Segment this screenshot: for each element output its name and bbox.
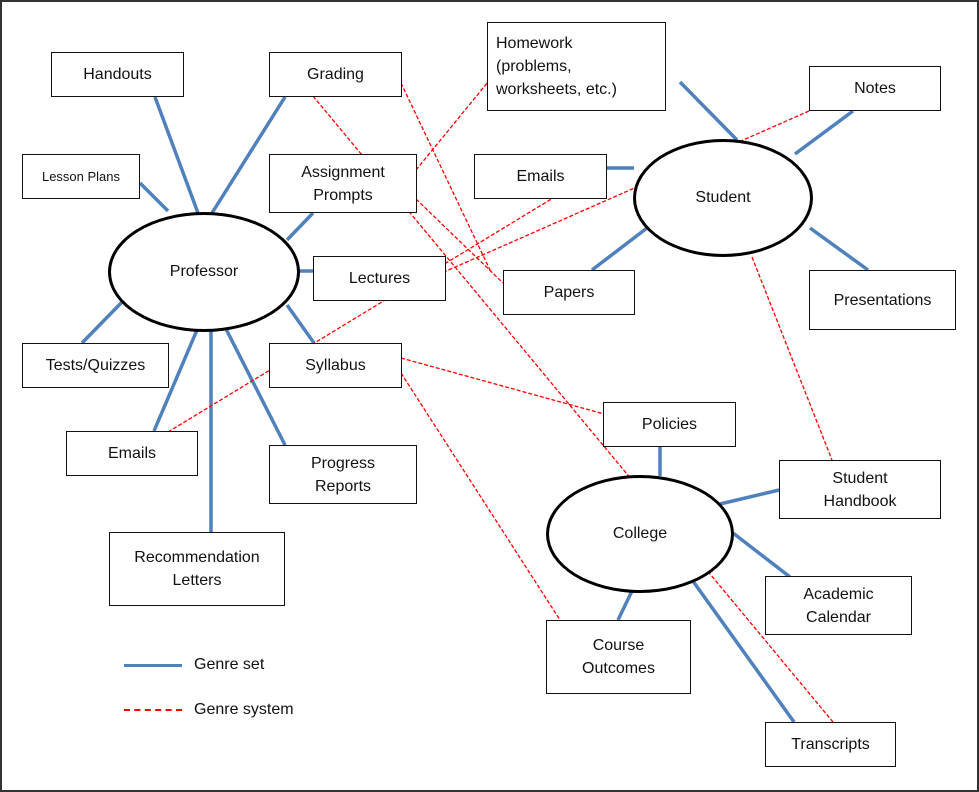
genre-progress-reports: Progress Reports xyxy=(269,445,417,504)
genre-assignment-prompts: Assignment Prompts xyxy=(269,154,417,213)
genre-recommendation-letters: Recommendation Letters xyxy=(109,532,285,606)
genre-course-outcomes: Course Outcomes xyxy=(546,620,691,694)
genre-tests-quizzes: Tests/Quizzes xyxy=(22,343,169,388)
genre-professor-emails: Emails xyxy=(66,431,198,476)
legend-genre-set-label: Genre set xyxy=(194,656,265,673)
genre-set-link-professor-assignment-prompts xyxy=(285,211,315,242)
genre-academic-calendar: Academic Calendar xyxy=(765,576,912,635)
legend-genre-system-label: Genre system xyxy=(194,701,294,718)
genre-set-link-college-student-handbook xyxy=(719,488,780,506)
legend-genre-set: Genre set xyxy=(124,656,264,674)
genre-set-swatch xyxy=(124,663,182,667)
genre-system-link-syllabus-course-outcomes xyxy=(400,372,561,621)
hub-student: Student xyxy=(633,139,813,257)
genre-set-link-professor-lesson-plans xyxy=(138,181,170,213)
hub-college: College xyxy=(546,475,734,593)
genre-papers: Papers xyxy=(503,270,635,315)
genre-policies: Policies xyxy=(603,402,736,447)
genre-homework: Homework (problems, worksheets, etc.) xyxy=(487,22,666,111)
genre-system-link-syllabus-policies xyxy=(400,357,605,415)
genre-set-link-student-notes xyxy=(793,109,855,156)
genre-set-link-student-presentations xyxy=(808,226,870,272)
genre-transcripts: Transcripts xyxy=(765,722,896,767)
genre-syllabus: Syllabus xyxy=(269,343,402,388)
genre-set-link-student-papers xyxy=(590,226,649,272)
genre-notes: Notes xyxy=(809,66,941,111)
genre-grading: Grading xyxy=(269,52,402,97)
genre-presentations: Presentations xyxy=(809,270,956,330)
genre-set-link-student-homework xyxy=(678,80,739,142)
genre-set-link-professor-tests-quizzes xyxy=(80,298,126,345)
genre-student-handbook: Student Handbook xyxy=(779,460,941,519)
legend-genre-system: Genre system xyxy=(124,701,294,719)
genre-handouts: Handouts xyxy=(51,52,184,97)
hub-professor: Professor xyxy=(108,212,300,332)
genre-set-link-professor-handouts xyxy=(153,96,200,214)
genre-student-emails: Emails xyxy=(474,154,607,199)
genre-set-link-professor-syllabus xyxy=(285,303,316,345)
genre-set-link-college-academic-calendar xyxy=(731,531,792,579)
genre-set-link-college-course-outcomes xyxy=(616,590,634,621)
genre-system-swatch xyxy=(124,709,182,711)
genre-lesson-plans: Lesson Plans xyxy=(22,154,140,199)
genre-lectures: Lectures xyxy=(313,256,446,301)
